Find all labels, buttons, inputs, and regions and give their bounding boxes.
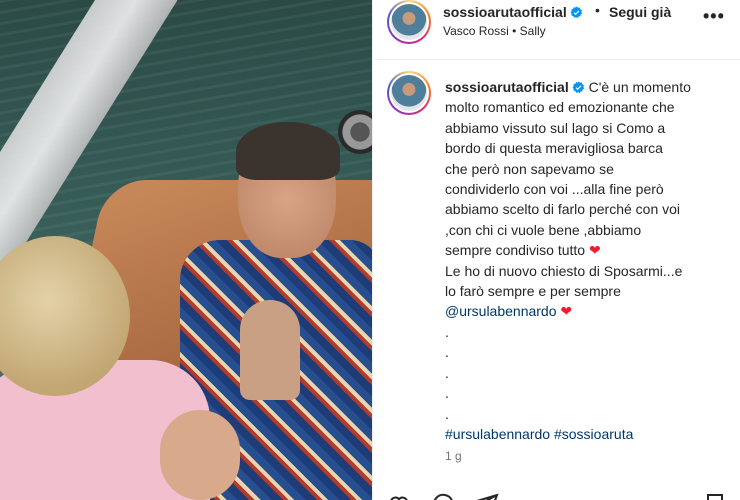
- share-icon[interactable]: [475, 492, 499, 500]
- caption-avatar-photo: [391, 75, 427, 111]
- save-icon[interactable]: [703, 492, 727, 500]
- music-attribution[interactable]: Vasco Rossi • Sally: [443, 24, 546, 38]
- hashtag-link[interactable]: #ursulabennardo: [445, 426, 550, 442]
- caption-text: che però non sapevamo se: [445, 160, 614, 177]
- caption-dots: .: [445, 323, 449, 340]
- caption-text: sempre condiviso tutto: [445, 242, 586, 259]
- author-username-link[interactable]: sossioarutaofficial: [443, 4, 583, 20]
- caption-text: ,con chi ci vuole bene ,abbiamo: [445, 221, 642, 238]
- caption-hashtags: #ursulabennardo #sossioaruta: [445, 424, 730, 444]
- post-side-panel: sossioarutaofficial • Segui già Vasco Ro…: [372, 0, 740, 500]
- caption-dots: .: [445, 344, 449, 361]
- caption-dots: .: [445, 385, 449, 402]
- comment-icon[interactable]: [431, 492, 455, 500]
- heart-emoji-icon: ❤: [560, 303, 573, 320]
- author-avatar[interactable]: [387, 0, 431, 44]
- caption-line-1: sossioarutaofficial C'è un momento: [445, 77, 730, 97]
- woman-arm: [160, 410, 240, 500]
- following-button[interactable]: Segui già: [609, 4, 671, 20]
- caption-text: condividerlo con voi ...alla fine però: [445, 181, 664, 198]
- mention-link[interactable]: @ursulabennardo: [445, 303, 557, 319]
- caption-text: bordo di questa meravigliosa barca: [445, 140, 663, 157]
- caption-text: lo farò sempre e per sempre: [445, 283, 621, 300]
- man-praying-hands: [240, 300, 300, 400]
- heart-icon[interactable]: [387, 492, 411, 500]
- caption-text: abbiamo scelto di farlo perché con voi: [445, 201, 681, 218]
- man-hair: [236, 122, 340, 180]
- author-username[interactable]: sossioarutaofficial: [443, 4, 567, 20]
- caption-dots: .: [445, 364, 449, 381]
- caption-text: abbiamo vissuto sul lago si Como a: [445, 119, 666, 136]
- header-separator: •: [595, 2, 600, 18]
- caption-dots: .: [445, 405, 449, 422]
- hashtag-link[interactable]: #sossioaruta: [554, 426, 633, 442]
- post-header: sossioarutaofficial • Segui già Vasco Ro…: [373, 0, 740, 60]
- verified-badge-icon: [572, 81, 584, 94]
- caption-author-avatar[interactable]: [387, 71, 431, 115]
- post-caption: sossioarutaofficial C'è un momento molto…: [445, 77, 730, 444]
- author-avatar-photo: [391, 4, 427, 40]
- caption-mention-line: @ursulabennardo ❤: [445, 301, 730, 321]
- more-options-icon[interactable]: •••: [703, 6, 725, 27]
- caption-text: molto romantico ed emozionante che: [445, 99, 675, 116]
- post-age[interactable]: 1 g: [445, 449, 462, 463]
- post-media[interactable]: [0, 0, 372, 500]
- heart-emoji-icon: ❤: [588, 242, 601, 259]
- comments-area: sossioarutaofficial C'è un momento molto…: [373, 61, 740, 481]
- caption-text: Le ho di nuovo chiesto di Sposarmi...e: [445, 262, 683, 279]
- action-bar: [373, 484, 740, 500]
- caption-text: C'è un momento: [588, 79, 691, 95]
- caption-username[interactable]: sossioarutaofficial: [445, 79, 569, 95]
- verified-badge-icon: [570, 6, 582, 19]
- caption-text-with-heart: sempre condiviso tutto ❤: [445, 240, 730, 260]
